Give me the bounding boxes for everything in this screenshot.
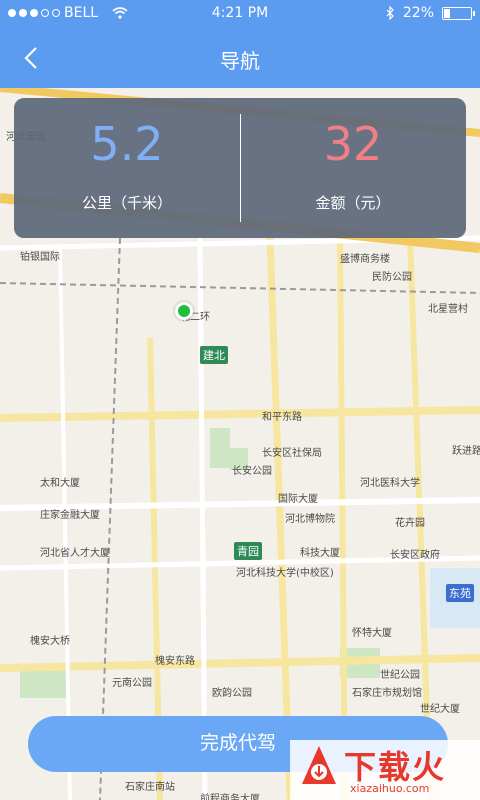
map-label: 盛博商务楼 bbox=[340, 254, 390, 265]
map-label: 河北省人才大厦 bbox=[40, 548, 110, 559]
bluetooth-icon bbox=[386, 6, 394, 20]
map-label: 花卉园 bbox=[395, 518, 425, 529]
fare-unit: 金额（元） bbox=[315, 194, 391, 212]
map-label: 长安区政府 bbox=[390, 550, 440, 561]
map-road-sign: 青园 bbox=[234, 542, 262, 560]
distance-stat: 5.2 公里（千米） bbox=[14, 112, 240, 213]
map-label: 长安区社保局 bbox=[262, 448, 322, 459]
fare-value: 32 bbox=[323, 117, 383, 171]
map-label: 石家庄南站 bbox=[125, 782, 175, 793]
distance-unit: 公里（千米） bbox=[81, 194, 172, 212]
map-label: 庄家金融大厦 bbox=[40, 510, 100, 521]
page-title: 导航 bbox=[220, 49, 260, 73]
current-location-marker bbox=[175, 302, 193, 320]
map-label: 河北科技大学(中校区) bbox=[236, 568, 334, 579]
map-label: 北星营村 bbox=[428, 304, 468, 315]
map-label: 长安公园 bbox=[232, 466, 272, 477]
map-label: 元南公园 bbox=[112, 678, 152, 689]
map-label: 槐安东路 bbox=[155, 656, 195, 667]
map-label: 世纪公园 bbox=[380, 670, 420, 681]
map-road-sign: 东苑 bbox=[446, 584, 474, 602]
map-label: 科技大厦 bbox=[300, 548, 340, 559]
map-label: 和平东路 bbox=[262, 412, 302, 423]
map-label: 欧韵公园 bbox=[212, 688, 252, 699]
map-label: 石家庄市规划馆 bbox=[352, 688, 422, 699]
map-label: 太和大厦 bbox=[40, 478, 80, 489]
status-bar: BELL 4:21 PM 22% bbox=[0, 0, 480, 28]
watermark-site: xiazaihuo.com bbox=[350, 782, 430, 795]
map-label: 跃进路 bbox=[452, 446, 480, 457]
map-label: 世纪大厦 bbox=[420, 704, 460, 715]
map-label: 怀特大厦 bbox=[352, 628, 392, 639]
distance-value: 5.2 bbox=[90, 117, 164, 171]
map-label: 民防公园 bbox=[372, 272, 412, 283]
map-label: 前程商务大厦 bbox=[200, 794, 260, 800]
download-logo-icon bbox=[302, 746, 336, 784]
map-label: 铂银国际 bbox=[20, 252, 60, 263]
map-label: 河北博物院 bbox=[285, 514, 335, 525]
battery-text: 22% bbox=[402, 5, 434, 21]
fare-stat: 32 金额（元） bbox=[240, 112, 466, 213]
watermark: 下载火 xiazaihuo.com bbox=[290, 740, 480, 800]
map-label: 河北医科大学 bbox=[360, 478, 420, 489]
battery-icon bbox=[442, 6, 475, 20]
map-label: 国际大厦 bbox=[278, 494, 318, 505]
nav-bar: 导航 bbox=[0, 28, 480, 88]
map-road-sign: 建北 bbox=[200, 346, 228, 364]
trip-info-card: 5.2 公里（千米） 32 金额（元） bbox=[14, 98, 466, 238]
map-label: 槐安大桥 bbox=[30, 636, 70, 647]
